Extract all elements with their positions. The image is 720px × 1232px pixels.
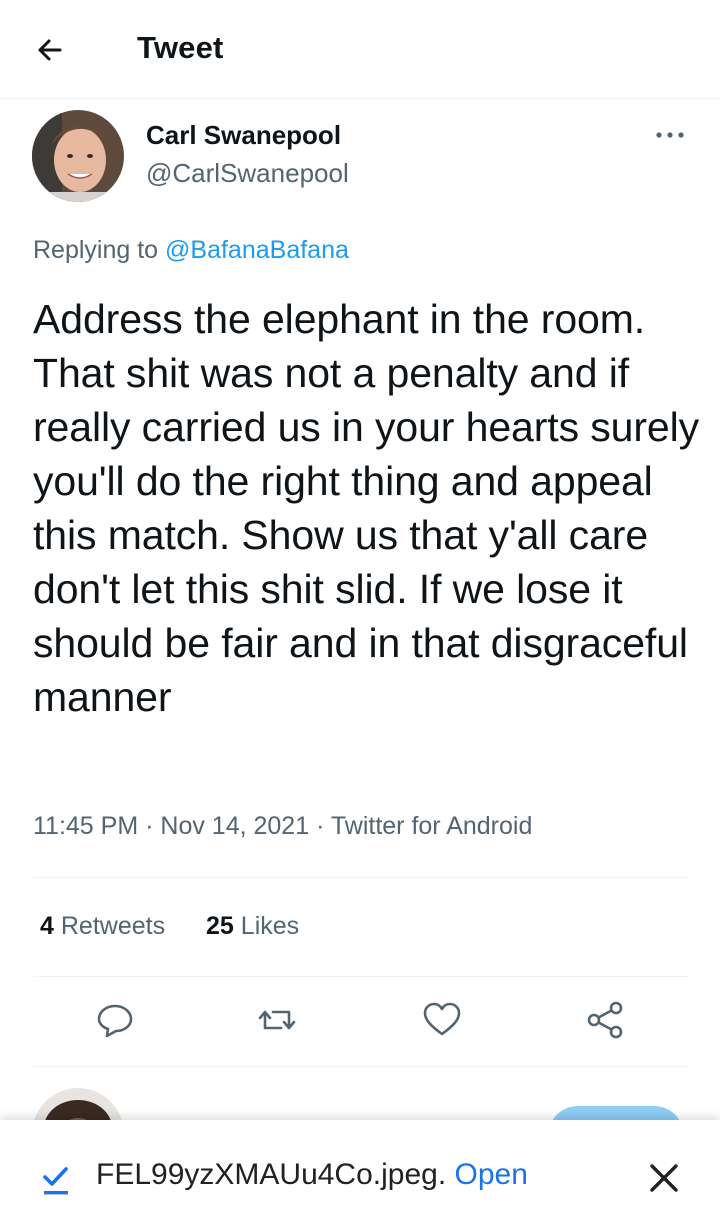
- top-app-bar: Tweet: [0, 0, 720, 99]
- retweet-icon[interactable]: [255, 998, 299, 1042]
- close-icon[interactable]: [644, 1158, 684, 1198]
- author-avatar[interactable]: [32, 110, 124, 202]
- more-options-icon[interactable]: [650, 120, 690, 150]
- back-arrow-icon[interactable]: [30, 30, 70, 70]
- replying-to-handle-link[interactable]: @BafanaBafana: [165, 236, 349, 264]
- page-title: Tweet: [137, 30, 224, 65]
- tweet-meta: 11:45 PM · Nov 14, 2021 · Twitter for An…: [33, 812, 532, 841]
- download-message: FEL99yzXMAUu4Co.jpeg. Open: [96, 1158, 528, 1192]
- replying-to-label: Replying to: [33, 236, 159, 264]
- tweet-date: Nov 14, 2021: [160, 812, 310, 840]
- likes-stat[interactable]: 25 Likes: [206, 912, 299, 940]
- like-icon[interactable]: [420, 998, 464, 1042]
- tweet-text: Address the elephant in the room. That s…: [33, 296, 700, 720]
- likes-count: 25: [206, 912, 234, 940]
- divider: [33, 877, 688, 878]
- replying-to: Replying to @BafanaBafana: [33, 236, 349, 265]
- meta-separator: ·: [316, 812, 325, 840]
- retweets-count: 4: [40, 912, 54, 940]
- meta-separator: ·: [145, 812, 154, 840]
- divider: [33, 976, 688, 977]
- author-handle: @CarlSwanepool: [146, 158, 349, 188]
- download-open-link[interactable]: Open: [455, 1158, 528, 1191]
- reply-icon[interactable]: [93, 998, 137, 1042]
- tweet-time: 11:45 PM: [33, 812, 139, 840]
- retweets-stat[interactable]: 4 Retweets: [40, 912, 172, 940]
- tweet-action-bar: [0, 998, 720, 1048]
- retweets-label: Retweets: [60, 912, 166, 940]
- tweet-stats: 4 Retweets 25 Likes: [40, 912, 333, 941]
- download-notification-bar: FEL99yzXMAUu4Co.jpeg. Open: [0, 1120, 720, 1232]
- next-reply-preview: [0, 1066, 720, 1126]
- likes-label: Likes: [240, 912, 300, 940]
- share-icon[interactable]: [583, 998, 627, 1042]
- download-filename: FEL99yzXMAUu4Co.jpeg.: [96, 1158, 447, 1191]
- author-display-name[interactable]: Carl Swanepool: [146, 120, 341, 151]
- tweet-source-link[interactable]: Twitter for Android: [331, 812, 532, 840]
- download-complete-icon: [38, 1162, 74, 1198]
